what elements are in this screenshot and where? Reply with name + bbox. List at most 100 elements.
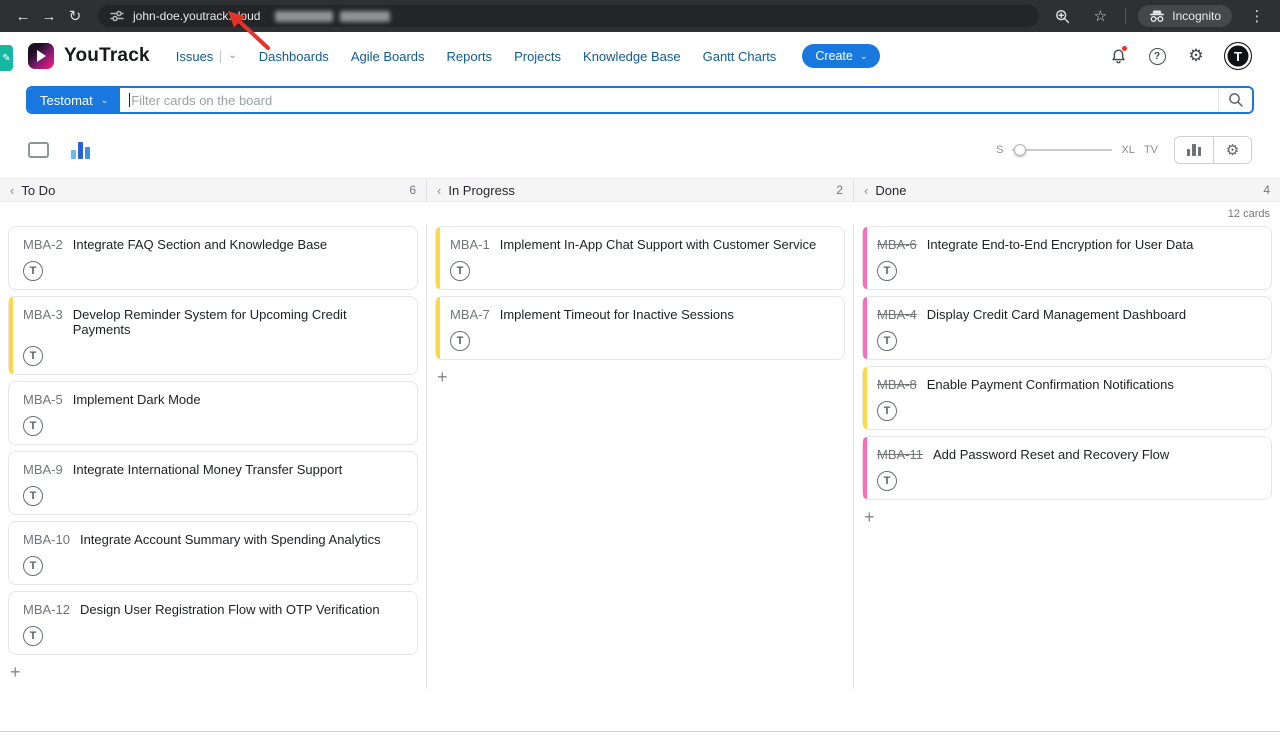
issue-id[interactable]: MBA-11: [877, 447, 923, 462]
assignee-avatar[interactable]: T: [23, 261, 43, 281]
column-collapse-icon[interactable]: ‹: [10, 183, 14, 198]
nav-item-dashboards[interactable]: Dashboards: [259, 49, 329, 64]
filter-cards-input[interactable]: [131, 93, 1209, 108]
slider-knob[interactable]: [1014, 144, 1026, 156]
issue-accent: [9, 522, 13, 584]
assignee-avatar[interactable]: T: [877, 261, 897, 281]
pencil-icon: ✎: [2, 53, 10, 64]
browser-reload-button[interactable]: ↻: [62, 3, 88, 29]
issues-dropdown-icon[interactable]: ⌄: [228, 51, 236, 61]
board-column: MBA-6 Integrate End-to-End Encryption fo…: [854, 224, 1280, 689]
issue-card[interactable]: MBA-9 Integrate International Money Tran…: [8, 451, 418, 515]
add-card-button[interactable]: +: [435, 368, 451, 386]
issue-card[interactable]: MBA-3 Develop Reminder System for Upcomi…: [8, 296, 418, 375]
issue-card[interactable]: MBA-6 Integrate End-to-End Encryption fo…: [862, 226, 1272, 290]
nav-item-gantt-charts[interactable]: Gantt Charts: [703, 49, 777, 64]
issue-card[interactable]: MBA-2 Integrate FAQ Section and Knowledg…: [8, 226, 418, 290]
address-bar[interactable]: john-doe.youtrack.cloud: [98, 5, 1039, 27]
incognito-icon: [1149, 10, 1165, 22]
help-icon[interactable]: ?: [1146, 45, 1168, 67]
issue-card[interactable]: MBA-11 Add Password Reset and Recovery F…: [862, 436, 1272, 500]
issue-card[interactable]: MBA-12 Design User Registration Flow wit…: [8, 591, 418, 655]
assignee-avatar[interactable]: T: [23, 626, 43, 646]
nav-divider: [220, 50, 221, 63]
issue-card[interactable]: MBA-10 Integrate Account Summary with Sp…: [8, 521, 418, 585]
issue-id[interactable]: MBA-5: [23, 392, 63, 407]
create-button[interactable]: Create ⌄: [802, 44, 880, 68]
youtrack-logo-icon[interactable]: [28, 43, 54, 69]
nav-item-knowledge-base[interactable]: Knowledge Base: [583, 49, 681, 64]
chart-button[interactable]: [1175, 137, 1213, 163]
issue-card[interactable]: MBA-7 Implement Timeout for Inactive Ses…: [435, 296, 845, 360]
tv-mode-label[interactable]: TV: [1144, 144, 1158, 156]
column-collapse-icon[interactable]: ‹: [864, 183, 868, 198]
nav-item-projects[interactable]: Projects: [514, 49, 561, 64]
url-text[interactable]: john-doe.youtrack.cloud: [133, 9, 260, 23]
assignee-avatar[interactable]: T: [450, 331, 470, 351]
avatar-letter: T: [30, 490, 37, 502]
browser-forward-button[interactable]: →: [36, 3, 62, 29]
issue-id[interactable]: MBA-4: [877, 307, 917, 322]
column-header[interactable]: ‹ In Progress 2: [426, 179, 853, 201]
issue-accent: [9, 592, 13, 654]
board-selector-caret-icon: ⌄: [101, 95, 109, 106]
column-header[interactable]: ‹ To Do 6: [0, 179, 426, 201]
issue-id[interactable]: MBA-8: [877, 377, 917, 392]
issue-id[interactable]: MBA-3: [23, 307, 63, 322]
assignee-avatar[interactable]: T: [877, 471, 897, 491]
add-card-button[interactable]: +: [862, 508, 878, 526]
user-avatar[interactable]: T: [1224, 42, 1252, 70]
bookmark-star-icon[interactable]: ☆: [1087, 3, 1113, 29]
issue-id[interactable]: MBA-10: [23, 532, 70, 547]
search-button[interactable]: [1218, 88, 1252, 112]
issue-id[interactable]: MBA-6: [877, 237, 917, 252]
issue-id[interactable]: MBA-2: [23, 237, 63, 252]
issue-id[interactable]: MBA-1: [450, 237, 490, 252]
chart-view-icon[interactable]: [71, 142, 90, 159]
avatar-letter: T: [884, 475, 891, 487]
feedback-tab[interactable]: ✎: [0, 45, 13, 71]
column-headers: ‹ To Do 6 ‹ In Progress 2 ‹ Done 4: [0, 178, 1280, 202]
card-list: MBA-2 Integrate FAQ Section and Knowledg…: [8, 226, 418, 655]
issue-id[interactable]: MBA-9: [23, 462, 63, 477]
board-selector-button[interactable]: Testomat ⌄: [28, 88, 120, 112]
browser-back-button[interactable]: ←: [10, 3, 36, 29]
notification-dot: [1122, 46, 1127, 51]
issue-card[interactable]: MBA-5 Implement Dark Mode T: [8, 381, 418, 445]
assignee-avatar[interactable]: T: [877, 331, 897, 351]
assignee-avatar[interactable]: T: [877, 401, 897, 421]
notifications-bell-icon[interactable]: [1107, 45, 1129, 67]
assignee-avatar[interactable]: T: [450, 261, 470, 281]
issue-id[interactable]: MBA-12: [23, 602, 70, 617]
issue-title: Design User Registration Flow with OTP V…: [80, 602, 380, 617]
nav-item-issues[interactable]: Issues: [176, 49, 214, 64]
column-count: 2: [836, 183, 843, 197]
column-header[interactable]: ‹ Done 4: [853, 179, 1280, 201]
browser-toolbar: ← → ↻ john-doe.youtrack.cloud ☆: [0, 0, 1280, 32]
issue-title: Develop Reminder System for Upcoming Cre…: [73, 307, 405, 337]
zoom-icon[interactable]: [1049, 3, 1075, 29]
nav-item-reports[interactable]: Reports: [447, 49, 493, 64]
issue-card[interactable]: MBA-8 Enable Payment Confirmation Notifi…: [862, 366, 1272, 430]
cards-meta: 12 cards: [0, 204, 1280, 224]
search-icon: [1228, 92, 1244, 108]
board-settings-button[interactable]: ⚙: [1213, 137, 1251, 163]
avatar-letter: T: [457, 335, 464, 347]
add-card-button[interactable]: +: [8, 663, 24, 681]
board-view-icon[interactable]: [28, 142, 49, 158]
assignee-avatar[interactable]: T: [23, 556, 43, 576]
column-count: 6: [409, 183, 416, 197]
issue-card[interactable]: MBA-1 Implement In-App Chat Support with…: [435, 226, 845, 290]
tune-icon[interactable]: [110, 9, 124, 23]
assignee-avatar[interactable]: T: [23, 416, 43, 436]
settings-gear-icon[interactable]: ⚙: [1185, 45, 1207, 67]
nav-item-agile-boards[interactable]: Agile Boards: [351, 49, 425, 64]
issue-id[interactable]: MBA-7: [450, 307, 490, 322]
card-size-slider[interactable]: [1012, 149, 1112, 151]
issue-card[interactable]: MBA-4 Display Credit Card Management Das…: [862, 296, 1272, 360]
column-collapse-icon[interactable]: ‹: [437, 183, 441, 198]
assignee-avatar[interactable]: T: [23, 486, 43, 506]
board-column: MBA-2 Integrate FAQ Section and Knowledg…: [0, 224, 427, 689]
assignee-avatar[interactable]: T: [23, 346, 43, 366]
browser-menu-icon[interactable]: ⋮: [1244, 3, 1270, 29]
